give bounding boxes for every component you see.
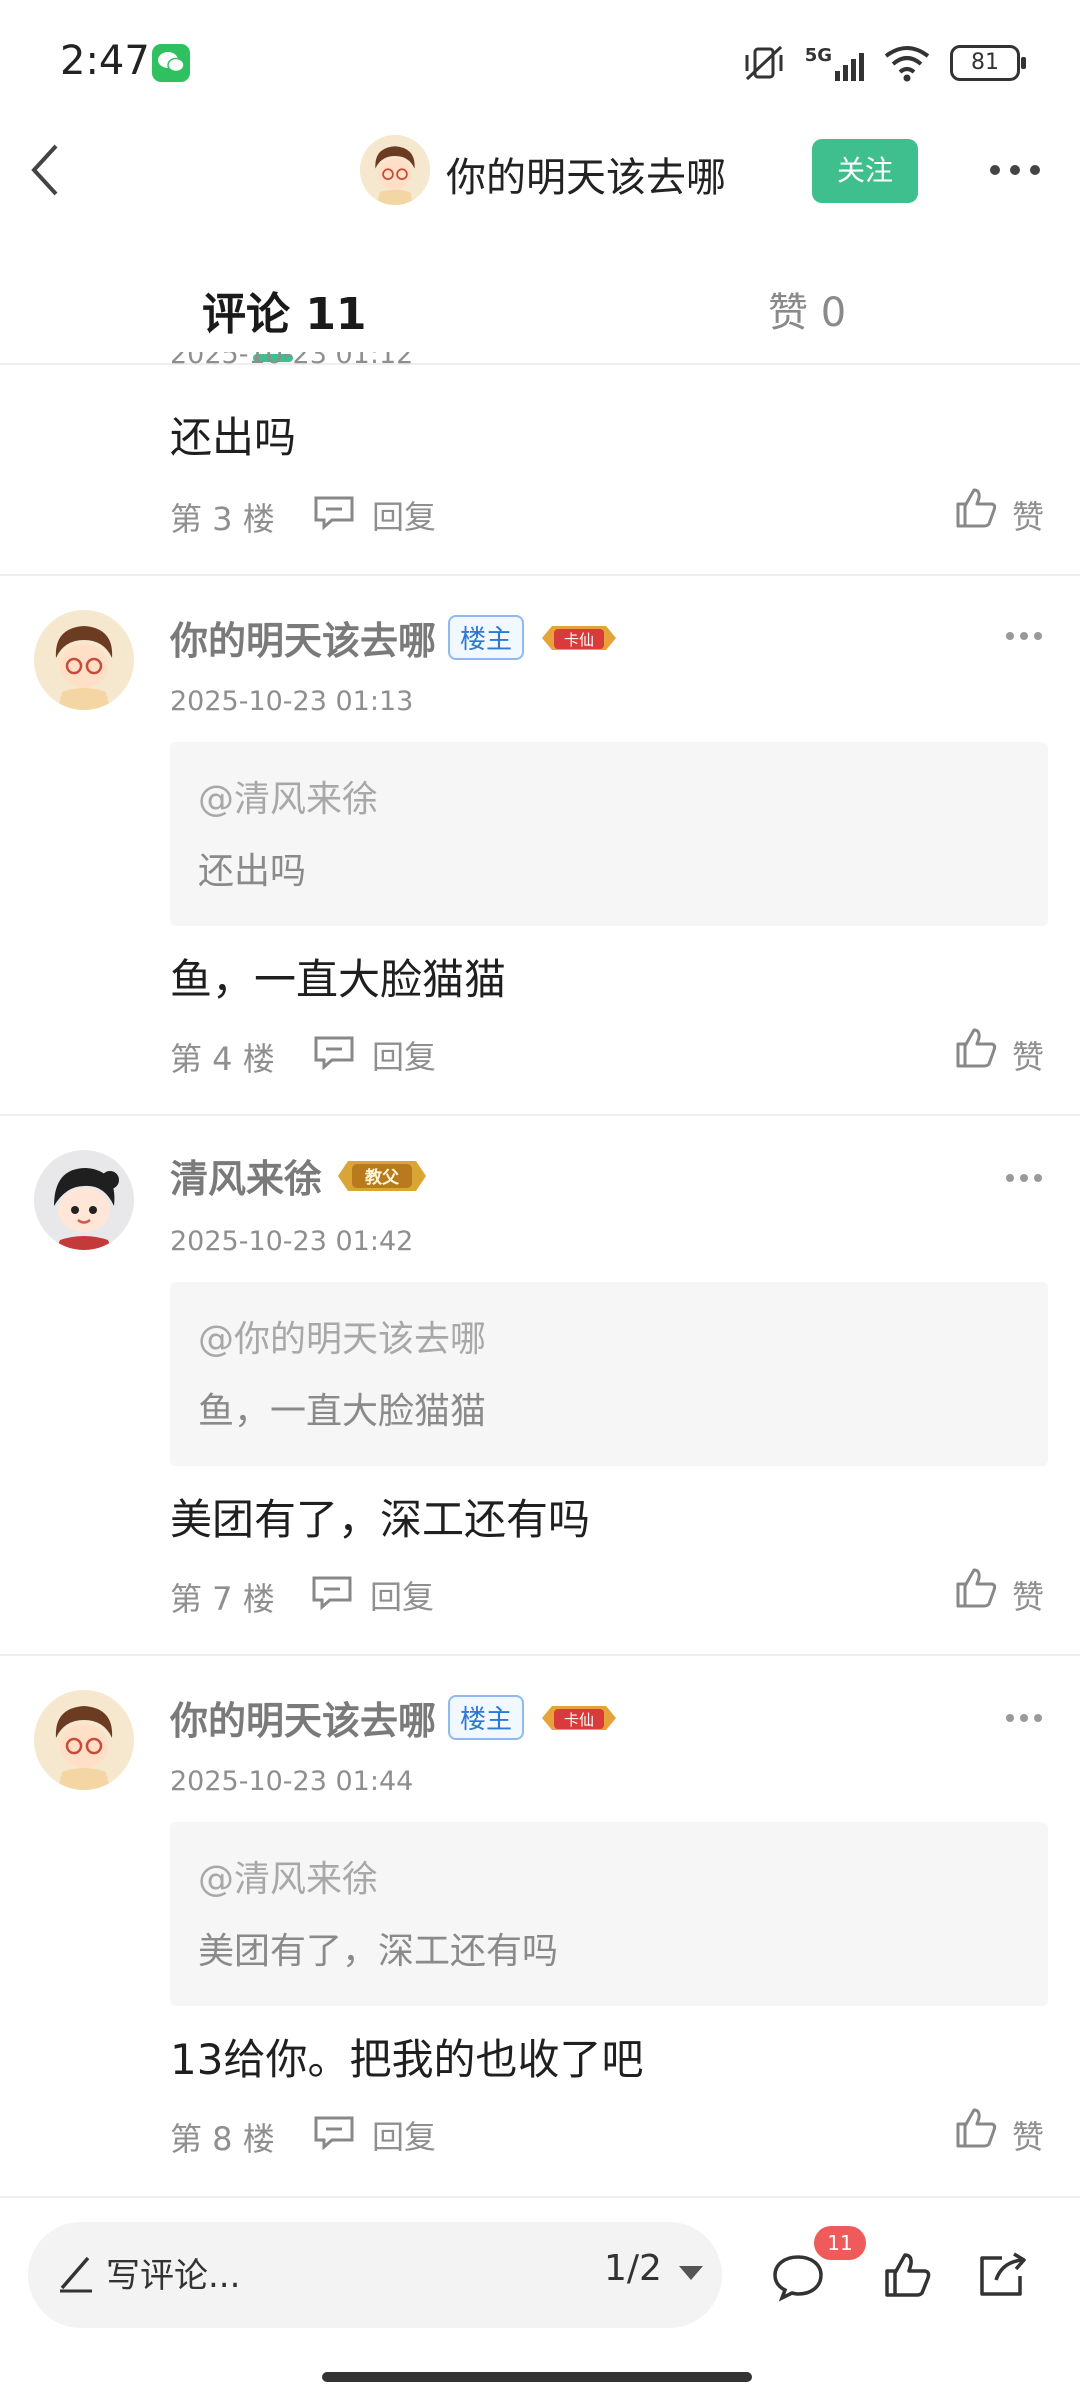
status-time: 2:47 [60, 38, 150, 84]
kaxian-badge: 卡仙 [542, 625, 617, 650]
tab-comments[interactable]: 评论 11 [202, 278, 367, 342]
status-icons: 5G 81 [741, 40, 1026, 86]
floor-number: 第 7 楼 [170, 1580, 275, 1618]
reply-button[interactable]: 回复 [372, 492, 436, 538]
like-button[interactable]: 赞 [1012, 1032, 1044, 1078]
comment-content: 还出吗 [170, 413, 297, 462]
more-icon[interactable] [1004, 1172, 1044, 1184]
user-name[interactable]: 你的明天该去哪 [170, 610, 436, 665]
reply-icon[interactable] [310, 1574, 354, 1610]
reply-icon[interactable] [312, 1034, 356, 1070]
quote-text: 鱼，一直大脸猫猫 [198, 1391, 487, 1432]
quote-block: @清风来徐 还出吗 [170, 742, 1048, 926]
reply-button[interactable]: 回复 [372, 1032, 436, 1078]
svg-text:教父: 教父 [364, 1167, 400, 1188]
owner-tag: 楼主 [448, 615, 525, 660]
reply-icon[interactable] [312, 494, 356, 530]
comment-content: 美团有了，深工还有吗 [170, 1495, 591, 1544]
quote-block: @你的明天该去哪 鱼，一直大脸猫猫 [170, 1282, 1048, 1466]
svg-text:卡仙: 卡仙 [564, 1711, 594, 1729]
battery-indicator: 81 [950, 45, 1026, 81]
comment-input-placeholder[interactable]: 写评论... [106, 2248, 240, 2297]
more-icon[interactable] [985, 160, 1045, 180]
quote-block: @清风来徐 美团有了，深工还有吗 [170, 1822, 1048, 2006]
comment-date: 2025-10-23 01:13 [170, 686, 414, 717]
floor-number: 第 4 楼 [170, 1040, 275, 1078]
bottom-divider [0, 2196, 1080, 2198]
thumbs-up-icon[interactable] [954, 486, 998, 530]
svg-text:卡仙: 卡仙 [564, 631, 594, 649]
wifi-icon [884, 46, 930, 82]
more-icon[interactable] [1004, 630, 1044, 642]
comment-date: 2025-10-23 01:44 [170, 1766, 414, 1797]
thumbs-up-icon[interactable] [882, 2250, 932, 2300]
mute-vibrate-icon [745, 45, 783, 81]
quote-mention[interactable]: @你的明天该去哪 [198, 1310, 486, 1362]
quote-text: 美团有了，深工还有吗 [198, 1931, 559, 1972]
like-button[interactable]: 赞 [1012, 492, 1044, 538]
comment-icon[interactable] [770, 2252, 826, 2302]
avatar[interactable] [34, 1150, 134, 1250]
quote-mention[interactable]: @清风来徐 [198, 770, 378, 822]
tab-divider [0, 363, 1080, 365]
network-indicator: 5G [805, 45, 864, 81]
page-indicator[interactable]: 1/2 [604, 2248, 662, 2289]
row-divider [0, 1114, 1080, 1116]
share-icon[interactable] [974, 2250, 1030, 2300]
row-divider [0, 1654, 1080, 1656]
thumbs-up-icon[interactable] [954, 2106, 998, 2150]
owner-tag: 楼主 [448, 1695, 525, 1740]
user-name[interactable]: 清风来徐 [170, 1148, 322, 1203]
floor-number: 第 3 楼 [170, 500, 275, 538]
reply-button[interactable]: 回复 [370, 1572, 434, 1618]
tab-likes[interactable]: 赞 0 [768, 280, 846, 338]
thumbs-up-icon[interactable] [954, 1026, 998, 1070]
chevron-down-icon[interactable] [676, 2263, 706, 2283]
jiaofu-badge: 教父 [338, 1160, 427, 1191]
header-title: 你的明天该去哪 [446, 155, 726, 201]
quote-text: 还出吗 [198, 851, 307, 892]
comment-content: 13给你。把我的也收了吧 [170, 2035, 644, 2084]
avatar[interactable] [34, 610, 134, 710]
comment-date: 2025-10-23 01:12 [170, 352, 414, 370]
comment-header: 你的明天该去哪 楼主 卡仙 [170, 610, 622, 665]
more-icon[interactable] [1004, 1712, 1044, 1724]
wechat-icon [152, 44, 190, 82]
avatar[interactable] [34, 1690, 134, 1790]
thumbs-up-icon[interactable] [954, 1566, 998, 1610]
author-avatar[interactable] [360, 135, 430, 205]
comment-header: 你的明天该去哪 楼主 卡仙 [170, 1690, 622, 1745]
comment-content: 鱼，一直大脸猫猫 [170, 955, 507, 1004]
user-name[interactable]: 你的明天该去哪 [170, 1690, 436, 1745]
kaxian-badge: 卡仙 [542, 1705, 617, 1730]
quote-mention[interactable]: @清风来徐 [198, 1850, 378, 1902]
follow-button[interactable]: 关注 [812, 139, 918, 203]
row-divider [0, 574, 1080, 576]
comment-header: 清风来徐 教父 [170, 1148, 430, 1203]
comment-date: 2025-10-23 01:42 [170, 1226, 414, 1257]
like-button[interactable]: 赞 [1012, 1572, 1044, 1618]
home-indicator[interactable] [322, 2372, 752, 2382]
reply-icon[interactable] [312, 2114, 356, 2150]
like-button[interactable]: 赞 [1012, 2112, 1044, 2158]
comment-count-badge: 11 [814, 2226, 866, 2260]
floor-number: 第 8 楼 [170, 2120, 275, 2158]
back-icon[interactable] [26, 140, 66, 200]
reply-button[interactable]: 回复 [372, 2112, 436, 2158]
pencil-icon [60, 2256, 92, 2293]
